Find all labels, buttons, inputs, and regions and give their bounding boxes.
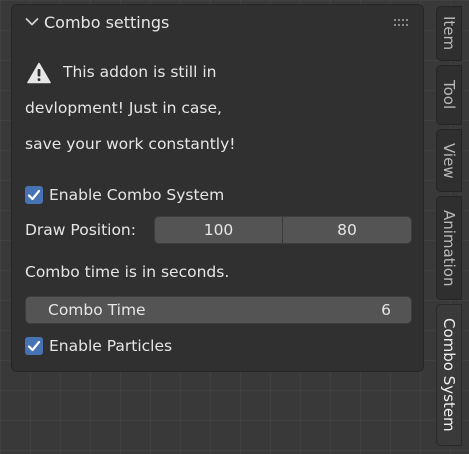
combo-time-label: Combo Time	[48, 301, 146, 319]
tab-tool-label: Tool	[440, 80, 458, 110]
tab-item[interactable]: Item	[436, 6, 462, 61]
drag-grip-icon[interactable]	[394, 19, 410, 27]
tab-combo-system-label: Combo System	[440, 318, 458, 432]
warning-message-line-2: devlopment! Just in case,	[25, 99, 222, 117]
warning-message-line-3: save your work constantly!	[25, 135, 236, 153]
combo-time-note: Combo time is in seconds.	[25, 263, 230, 281]
chevron-down-icon[interactable]	[25, 16, 39, 28]
tab-combo-system[interactable]: Combo System	[436, 304, 462, 446]
draw-position-y-value: 80	[337, 221, 357, 239]
panel-header[interactable]: Combo settings	[12, 5, 423, 39]
combo-settings-panel: Combo settings This addon is still in de…	[11, 4, 424, 372]
tab-view[interactable]: View	[436, 129, 462, 192]
tab-item-label: Item	[440, 16, 458, 51]
draw-position-x-value: 100	[203, 221, 234, 239]
warning-message-line-1: This addon is still in	[63, 63, 217, 81]
checkmark-icon	[27, 189, 41, 201]
enable-particles-label: Enable Particles	[49, 337, 173, 355]
draw-position-y-field[interactable]: 80	[282, 216, 412, 244]
3d-viewport[interactable]: Combo settings This addon is still in de…	[0, 0, 469, 454]
checkbox-checked[interactable]	[25, 186, 43, 204]
tab-tool[interactable]: Tool	[436, 65, 462, 125]
tab-view-label: View	[440, 142, 458, 179]
checkbox-checked[interactable]	[25, 337, 43, 355]
combo-time-value: 6	[381, 301, 391, 319]
draw-position-label: Draw Position:	[25, 221, 136, 239]
warning-icon	[27, 62, 51, 84]
combo-time-field[interactable]: Combo Time 6	[25, 296, 412, 324]
enable-particles-checkbox[interactable]: Enable Particles	[25, 334, 172, 358]
checkmark-icon	[27, 340, 41, 352]
draw-position-x-field[interactable]: 100	[154, 216, 283, 244]
tab-animation[interactable]: Animation	[436, 196, 462, 300]
enable-combo-system-label: Enable Combo System	[49, 186, 225, 204]
panel-title: Combo settings	[44, 13, 170, 32]
enable-combo-system-checkbox[interactable]: Enable Combo System	[25, 183, 224, 207]
tab-animation-label: Animation	[440, 209, 458, 287]
